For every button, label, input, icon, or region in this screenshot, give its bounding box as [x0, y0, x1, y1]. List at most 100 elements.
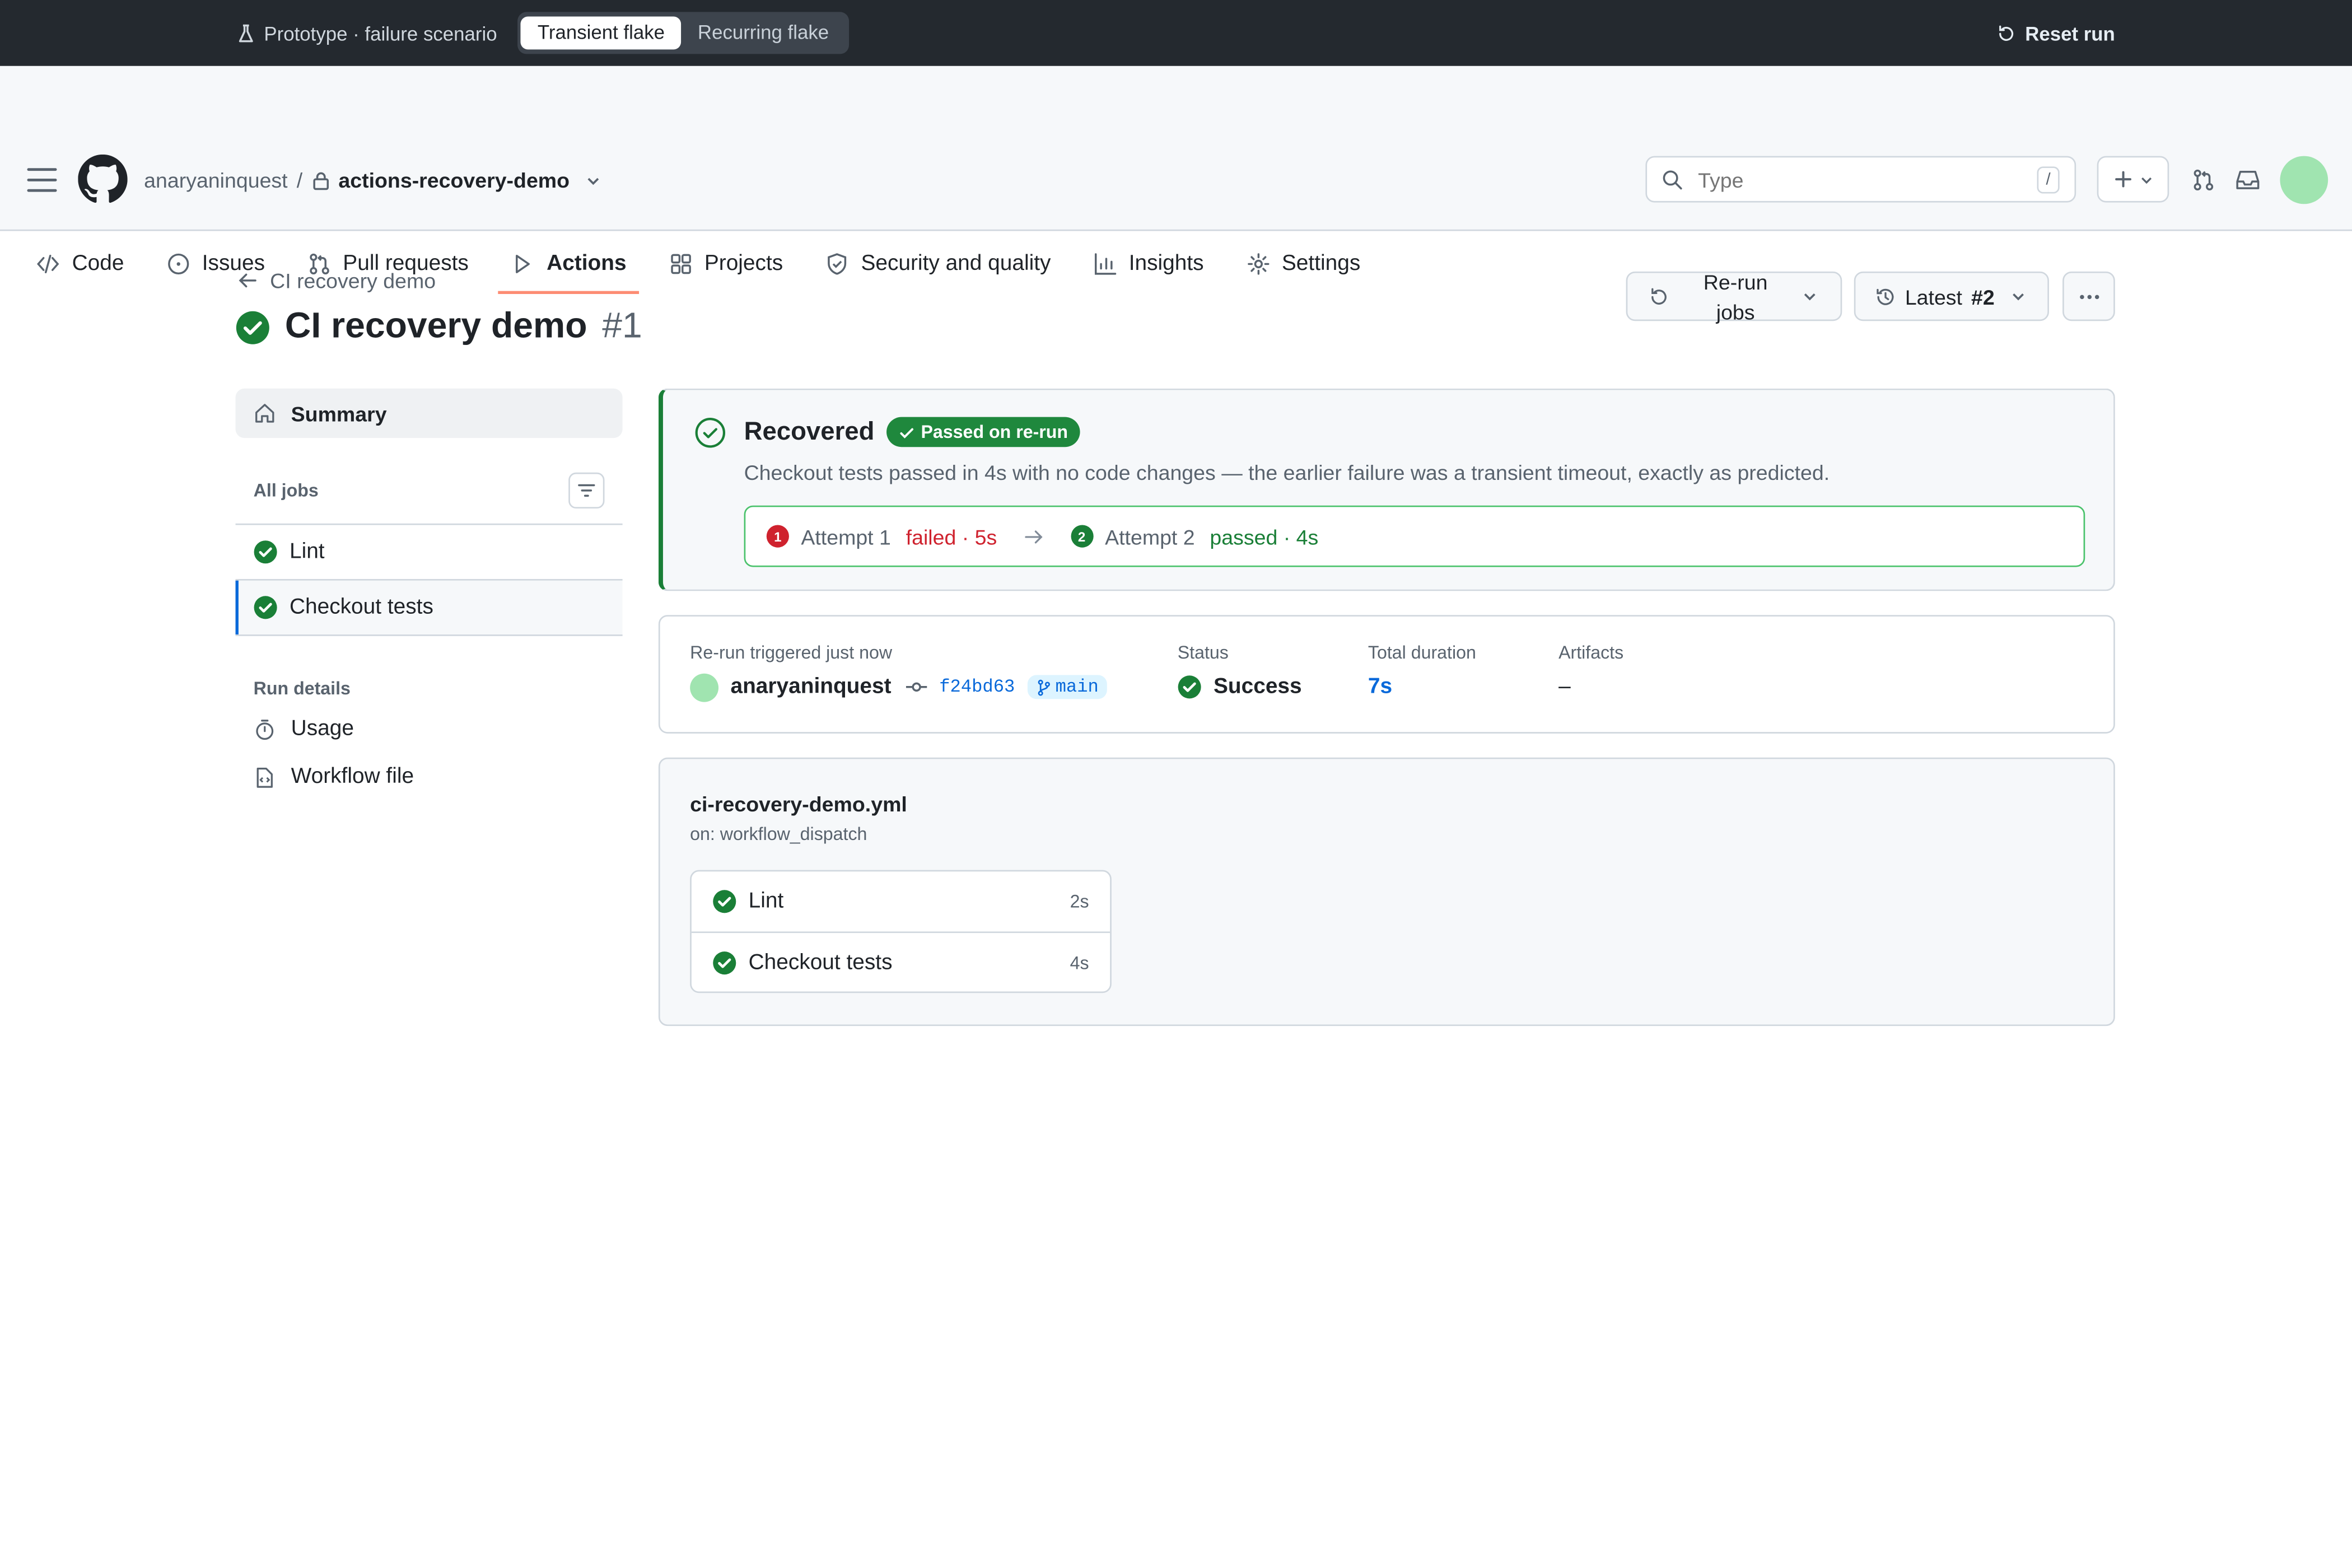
tab-projects[interactable]: Projects [656, 234, 795, 294]
check-icon [900, 427, 913, 438]
home-icon [255, 404, 274, 423]
status-column: Status Success [1177, 642, 1302, 699]
workflow-graph-card: ci-recovery-demo.yml on: workflow_dispat… [658, 757, 2115, 1026]
back-link[interactable]: CI recovery demo [237, 268, 436, 292]
tab-security-and-quality[interactable]: Security and quality [813, 234, 1063, 294]
all-jobs-header: All jobs [236, 471, 623, 510]
latest-attempt-dropdown[interactable]: Latest #2 [1854, 271, 2049, 321]
play-icon [516, 254, 531, 273]
attempt-2-label: Attempt 2 [1105, 524, 1195, 549]
attempt-2-badge: 2 [1070, 525, 1093, 548]
hamburger-menu-button[interactable] [27, 166, 57, 193]
check-circle-icon [694, 417, 726, 449]
recovered-description: Checkout tests passed in 4s with no code… [744, 460, 1830, 485]
graph-job-lint[interactable]: Lint 2s [692, 871, 1110, 931]
sidebar-job-lint[interactable]: Lint [235, 523, 623, 579]
kebab-horizontal-icon [2079, 294, 2099, 298]
chevron-down-icon [2012, 293, 2024, 301]
actor-avatar[interactable] [690, 673, 719, 702]
sidebar-item-summary[interactable]: Summary [235, 388, 623, 438]
attempts-timeline: 1 Attempt 1 failed · 5s 2 Attempt 2 pass… [744, 505, 2085, 567]
shield-icon [828, 253, 847, 275]
search-icon [1662, 169, 1683, 190]
recovered-header: Recovered Passed on re-run [744, 417, 1080, 447]
tab-settings[interactable]: Settings [1234, 234, 1373, 294]
user-avatar[interactable] [2280, 156, 2328, 204]
issue-icon [167, 253, 189, 275]
check-circle-fill-icon [713, 890, 736, 913]
search-input[interactable] [1695, 165, 2025, 193]
code-icon [36, 254, 59, 273]
chevron-down-icon [1804, 293, 1816, 301]
pull-requests-shortcut-button[interactable] [2180, 156, 2226, 203]
sync-icon [1651, 287, 1667, 304]
status-value: Success [1213, 675, 1302, 699]
tab-insights[interactable]: Insights [1081, 234, 1216, 294]
sidebar-item-usage[interactable]: Usage [236, 705, 623, 753]
repo-chevron-down-icon[interactable] [585, 172, 601, 188]
workflow-file-name: ci-recovery-demo.yml [690, 792, 907, 816]
create-new-button[interactable] [2097, 156, 2169, 203]
check-circle-fill-icon [254, 596, 277, 619]
check-circle-fill-icon [713, 951, 736, 975]
artifacts-column: Artifacts – [1558, 642, 1624, 699]
check-circle-fill-icon [236, 310, 269, 344]
tab-actions[interactable]: Actions [498, 234, 639, 295]
branch-label[interactable]: main [1026, 675, 1108, 699]
recovered-title: Recovered [744, 417, 875, 446]
inbox-icon [2236, 170, 2260, 189]
prototype-label: Prototype · failure scenario [237, 22, 497, 44]
actor-name[interactable]: anaryaninquest [730, 675, 891, 699]
github-icon [78, 154, 128, 203]
sidebar-job-checkout-tests[interactable]: Checkout tests [235, 578, 623, 636]
check-circle-fill-icon [254, 540, 277, 564]
search-box[interactable]: / [1645, 156, 2076, 203]
graph-job-checkout-tests[interactable]: Checkout tests 4s [691, 931, 1110, 993]
lock-icon [311, 170, 329, 190]
repo-tabs: Code Issues Pull requests Actions Projec… [24, 234, 1390, 295]
duration-column: Total duration 7s [1368, 642, 1476, 699]
artifacts-value: – [1558, 675, 1571, 699]
inbox-button[interactable] [2224, 156, 2271, 203]
attempt-1-badge: 1 [766, 525, 789, 548]
segment-transient-flake[interactable]: Transient flake [521, 16, 682, 50]
run-details-header: Run details [253, 678, 351, 699]
run-details-card: Re-run triggered just now anaryaninquest… [658, 615, 2115, 734]
check-circle-fill-icon [1178, 675, 1201, 699]
gear-icon [1247, 253, 1269, 275]
arrow-right-icon [1024, 528, 1043, 545]
sync-icon [1996, 24, 2016, 43]
git-branch-icon [1037, 679, 1049, 696]
sidebar-item-workflow-file[interactable]: Workflow file [236, 753, 623, 801]
filter-icon [578, 484, 595, 497]
github-logo[interactable] [78, 154, 128, 204]
attempt-2-result: passed · 4s [1210, 524, 1319, 549]
scenario-toggle: Transient flake Recurring flake [518, 12, 848, 54]
git-commit-icon [906, 679, 927, 694]
workflow-trigger: on: workflow_dispatch [690, 823, 867, 845]
file-code-icon [256, 767, 273, 787]
commit-sha-link[interactable]: f24bd63 [939, 676, 1015, 698]
history-icon [1877, 288, 1894, 305]
page-title: CI recovery demo #1 [236, 306, 642, 348]
plus-icon [2114, 171, 2131, 188]
rerun-jobs-button[interactable]: Re-run jobs [1626, 269, 1842, 323]
run-title: CI recovery demo [284, 306, 587, 347]
filter-jobs-button[interactable] [568, 472, 605, 509]
chevron-down-icon [2140, 176, 2151, 183]
tab-code[interactable]: Code [24, 234, 136, 294]
owner-link[interactable]: anaryaninquest [144, 168, 287, 192]
attempt-1-result: failed · 5s [906, 524, 997, 549]
search-shortcut: / [2037, 165, 2060, 193]
prototype-bar: Prototype · failure scenario Transient f… [0, 0, 2352, 66]
git-pull-request-icon [2193, 169, 2213, 190]
more-options-button[interactable] [2062, 271, 2115, 321]
repo-header: anaryaninquest / actions-recovery-demo / [0, 66, 2352, 295]
duration-link[interactable]: 7s [1368, 675, 1392, 699]
trigger-column: Re-run triggered just now anaryaninquest… [690, 642, 1108, 702]
segment-recurring-flake[interactable]: Recurring flake [681, 16, 845, 49]
reset-run-button[interactable]: Reset run [1996, 0, 2115, 66]
attempt-1-label: Attempt 1 [801, 524, 891, 549]
workflow-jobs-group: Lint 2s Checkout tests 4s [690, 870, 1112, 993]
repo-link[interactable]: actions-recovery-demo [338, 168, 570, 192]
